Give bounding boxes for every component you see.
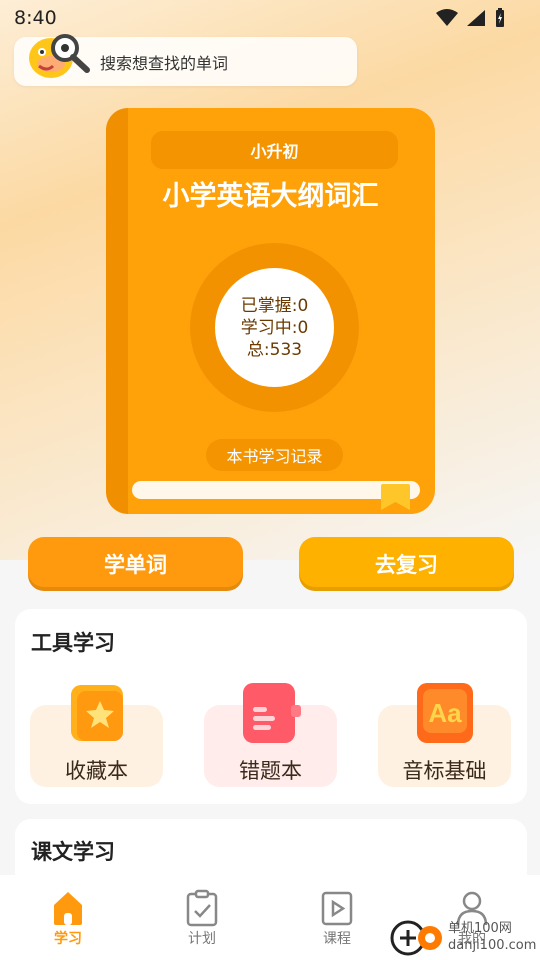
play-icon — [321, 891, 353, 926]
svg-text:Aa: Aa — [428, 698, 462, 728]
lesson-title: 课文学习 — [31, 840, 115, 864]
learn-words-button[interactable]: 学单词 — [28, 537, 243, 591]
tools-title: 工具学习 — [31, 631, 115, 655]
watermark-text: 单机100网 danji100.com — [448, 920, 536, 954]
status-icons — [436, 8, 506, 28]
tool-phonetics[interactable]: Aa 音标基础 — [378, 683, 511, 787]
magnifier-mascot-icon — [29, 34, 90, 78]
watermark-line1: 单机100网 — [448, 921, 512, 936]
battery-icon — [496, 8, 504, 27]
tab-plan[interactable]: 计划 — [152, 875, 252, 960]
book-grade-tag: 小升初 — [151, 131, 398, 169]
watermark: 单机100网 danji100.com — [388, 916, 538, 958]
tool-mistakes[interactable]: 错题本 — [204, 683, 337, 787]
tab-study-label: 学习 — [54, 931, 82, 947]
watermark-logo-icon — [390, 920, 442, 956]
book-progress-bar — [132, 481, 420, 499]
watermark-line2: danji100.com — [448, 938, 537, 953]
tool-mistakes-label: 错题本 — [239, 759, 302, 783]
status-time: 8:40 — [14, 7, 57, 29]
signal-icon — [467, 10, 485, 26]
book-title: 小学英语大纲词汇 — [162, 181, 379, 212]
tool-favorites[interactable]: 收藏本 — [30, 685, 163, 787]
search-placeholder[interactable]: 搜索想查找的单词 — [100, 50, 228, 74]
learning-count: 学习中:0 — [240, 317, 309, 338]
tool-phonetics-label: 音标基础 — [402, 759, 487, 783]
total-count: 总:533 — [246, 339, 303, 360]
tab-study[interactable]: 学习 — [18, 875, 118, 960]
clipboard-icon — [186, 889, 218, 927]
tool-favorites-label: 收藏本 — [65, 759, 128, 783]
tab-course-label: 课程 — [323, 931, 351, 947]
home-icon — [54, 892, 82, 925]
book-record-button[interactable]: 本书学习记录 — [206, 439, 343, 471]
wifi-icon — [436, 9, 458, 26]
notebook-icon — [243, 683, 301, 743]
bookmark-icon — [381, 484, 410, 510]
mastered-count: 已掌握:0 — [240, 295, 309, 316]
progress-stats: 已掌握:0 学习中:0 总:533 — [215, 268, 334, 387]
review-button[interactable]: 去复习 — [299, 537, 514, 591]
tab-plan-label: 计划 — [188, 931, 216, 947]
aa-icon: Aa — [417, 683, 473, 743]
book-spine — [106, 108, 128, 514]
star-icon — [71, 685, 123, 741]
tab-course[interactable]: 课程 — [287, 875, 387, 960]
